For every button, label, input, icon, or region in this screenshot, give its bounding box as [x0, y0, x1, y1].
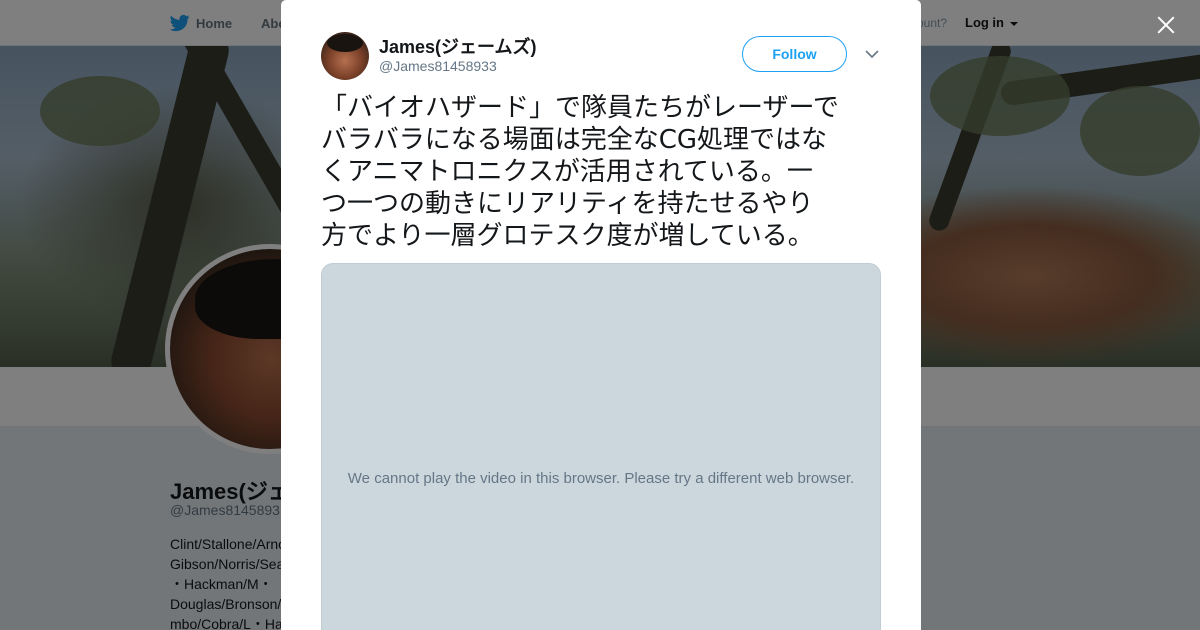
tweet-text-line: 方でより一層グロテスク度が増している。 — [321, 221, 814, 251]
chevron-down-icon[interactable] — [865, 48, 879, 60]
tweet-author-handle[interactable]: @James81458933 — [379, 58, 497, 74]
tweet-modal: James(ジェームズ) @James81458933 Follow 「バイオハ… — [281, 0, 921, 630]
tweet-text-line: 「バイオハザード」で隊員たちがレーザーで — [321, 93, 839, 123]
tweet-text-line: くアニマトロニクスが活用されている。一 — [321, 157, 813, 187]
tweet-text: 「バイオハザード」で隊員たちがレーザーで バラバラになる場面は完全なCG処理では… — [321, 92, 883, 252]
tweet-text-line: バラバラになる場面は完全なCG処理ではな — [321, 125, 828, 155]
close-icon[interactable] — [1153, 12, 1179, 38]
tweet-author-avatar[interactable] — [321, 32, 369, 80]
video-player[interactable]: We cannot play the video in this browser… — [321, 263, 881, 630]
tweet-text-line: つ一つの動きにリアリティを持たせるやり — [321, 189, 814, 219]
video-unsupported-message: We cannot play the video in this browser… — [347, 470, 855, 487]
follow-button[interactable]: Follow — [742, 36, 847, 72]
tweet-author-name[interactable]: James(ジェームズ) — [379, 33, 537, 59]
